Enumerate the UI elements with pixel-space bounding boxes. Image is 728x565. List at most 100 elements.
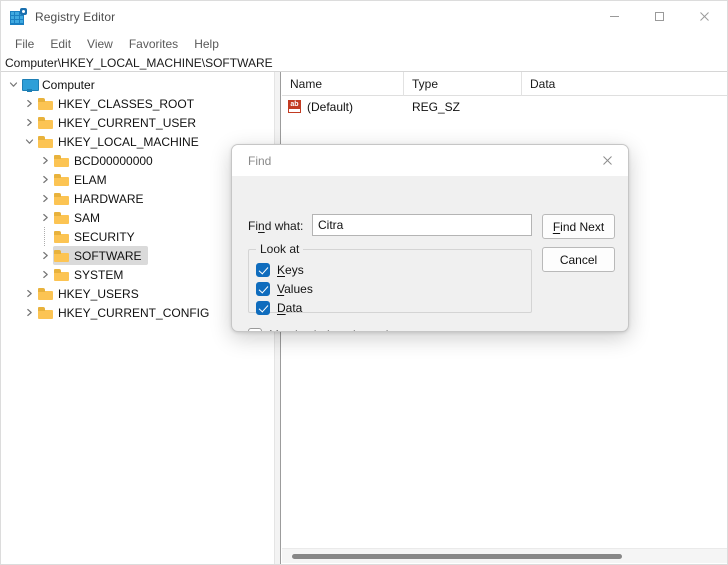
tree-item-label: ELAM — [74, 172, 107, 187]
chevron-right-icon[interactable] — [37, 246, 53, 265]
folder-icon — [53, 170, 71, 189]
column-header-data[interactable]: Data — [522, 72, 727, 96]
folder-icon — [37, 284, 55, 303]
tree-item-content[interactable]: SYSTEM — [53, 265, 129, 284]
checkbox-values-label: Values — [277, 282, 313, 296]
folder-icon — [53, 227, 71, 246]
tree-item-content[interactable]: HARDWARE — [53, 189, 150, 208]
cell-type: REG_SZ — [412, 99, 461, 114]
chevron-right-icon[interactable] — [37, 208, 53, 227]
checkbox-data-box[interactable] — [256, 301, 270, 315]
tree-item-content[interactable]: HKEY_LOCAL_MACHINE — [37, 132, 205, 151]
chevron-right-icon[interactable] — [37, 170, 53, 189]
menu-bar: File Edit View Favorites Help — [1, 32, 727, 55]
folder-icon — [37, 132, 55, 151]
find-dialog-body: Find what: Citra Find Next Cancel Look a… — [232, 176, 628, 331]
folder-icon — [37, 94, 55, 113]
tree-item-hkey-current-user[interactable]: HKEY_CURRENT_USER — [1, 113, 274, 132]
table-row[interactable]: ab (Default) REG_SZ — [282, 96, 727, 117]
chevron-right-icon[interactable] — [37, 265, 53, 284]
string-value-icon: ab — [287, 99, 303, 114]
cell-name: ab (Default) — [282, 96, 404, 117]
tree-item-label: HARDWARE — [74, 191, 144, 206]
folder-icon — [53, 151, 71, 170]
find-what-value: Citra — [318, 218, 344, 232]
find-what-input[interactable]: Citra — [312, 214, 532, 236]
tree-item-content[interactable]: SECURITY — [53, 227, 141, 246]
tree-item-content[interactable]: BCD00000000 — [53, 151, 159, 170]
checkbox-match-whole-string-box[interactable] — [248, 328, 262, 331]
horizontal-scrollbar-thumb[interactable] — [292, 554, 622, 559]
tree-item-label: HKEY_USERS — [58, 286, 139, 301]
tree-item-label: SECURITY — [74, 229, 135, 244]
checkbox-values-box[interactable] — [256, 282, 270, 296]
look-at-legend: Look at — [256, 242, 304, 256]
chevron-right-icon[interactable] — [37, 151, 53, 170]
tree-item-label: SOFTWARE — [74, 248, 142, 263]
checkbox-keys[interactable]: Keys — [256, 263, 304, 277]
tree-item-label: BCD00000000 — [74, 153, 153, 168]
find-next-button[interactable]: Find Next — [542, 214, 615, 239]
tree-item-label: HKEY_CURRENT_CONFIG — [58, 305, 210, 320]
chevron-right-icon[interactable] — [21, 113, 37, 132]
folder-icon — [53, 189, 71, 208]
menu-item-edit[interactable]: Edit — [42, 35, 79, 53]
tree-item-content[interactable]: SOFTWARE — [53, 246, 148, 265]
checkbox-keys-box[interactable] — [256, 263, 270, 277]
checkbox-match-whole-string-label: Match whole string only — [269, 328, 394, 331]
find-dialog-title: Find — [248, 153, 272, 168]
tree-item-label: SYSTEM — [74, 267, 124, 282]
tree-guide-line — [37, 227, 53, 246]
checkbox-match-whole-string[interactable]: Match whole string only — [248, 328, 394, 331]
chevron-right-icon[interactable] — [37, 189, 53, 208]
monitor-icon — [21, 75, 39, 94]
maximize-button[interactable] — [637, 1, 682, 32]
tree-item-content[interactable]: HKEY_CURRENT_CONFIG — [37, 303, 215, 322]
checkbox-keys-label: Keys — [277, 263, 304, 277]
window-title: Registry Editor — [35, 9, 116, 24]
tree-item-content[interactable]: HKEY_CURRENT_USER — [37, 113, 202, 132]
menu-item-help[interactable]: Help — [186, 35, 227, 53]
close-button[interactable] — [682, 1, 727, 32]
tree-item-label: Computer — [42, 77, 95, 92]
window-controls — [592, 1, 727, 32]
tree-item-content[interactable]: SAM — [53, 208, 106, 227]
cancel-button[interactable]: Cancel — [542, 247, 615, 272]
tree-item-content[interactable]: ELAM — [53, 170, 113, 189]
find-dialog: Find Find what: Citra Find Next Cancel L… — [231, 144, 629, 332]
chevron-down-icon[interactable] — [5, 75, 21, 94]
find-what-label: Find what: — [248, 219, 304, 233]
menu-item-view[interactable]: View — [79, 35, 121, 53]
menu-item-favorites[interactable]: Favorites — [121, 35, 186, 53]
address-path: Computer\HKEY_LOCAL_MACHINE\SOFTWARE — [5, 56, 273, 70]
column-header-type[interactable]: Type — [404, 72, 522, 96]
registry-editor-icon — [10, 7, 27, 25]
tree-item-hkey-classes-root[interactable]: HKEY_CLASSES_ROOT — [1, 94, 274, 113]
minimize-button[interactable] — [592, 1, 637, 32]
folder-icon — [37, 303, 55, 322]
menu-item-file[interactable]: File — [7, 35, 42, 53]
chevron-right-icon[interactable] — [21, 284, 37, 303]
checkbox-data-label: Data — [277, 301, 303, 315]
tree-item-label: HKEY_LOCAL_MACHINE — [58, 134, 199, 149]
folder-icon — [53, 246, 71, 265]
address-bar[interactable]: Computer\HKEY_LOCAL_MACHINE\SOFTWARE — [1, 55, 727, 72]
horizontal-scrollbar[interactable] — [282, 548, 727, 563]
tree-item-label: HKEY_CURRENT_USER — [58, 115, 197, 130]
chevron-right-icon[interactable] — [21, 303, 37, 322]
find-dialog-title-bar[interactable]: Find — [232, 145, 628, 176]
column-header-name[interactable]: Name — [282, 72, 404, 96]
tree-item-computer[interactable]: Computer — [1, 75, 274, 94]
folder-icon — [37, 113, 55, 132]
tree-item-content[interactable]: HKEY_CLASSES_ROOT — [37, 94, 200, 113]
tree-item-content[interactable]: Computer — [21, 75, 101, 94]
folder-icon — [53, 208, 71, 227]
chevron-down-icon[interactable] — [21, 132, 37, 151]
checkbox-data[interactable]: Data — [256, 301, 302, 315]
chevron-right-icon[interactable] — [21, 94, 37, 113]
title-bar[interactable]: Registry Editor — [1, 1, 727, 32]
cell-data — [522, 96, 727, 117]
checkbox-values[interactable]: Values — [256, 282, 313, 296]
tree-item-content[interactable]: HKEY_USERS — [37, 284, 145, 303]
find-dialog-close-button[interactable] — [586, 145, 628, 176]
